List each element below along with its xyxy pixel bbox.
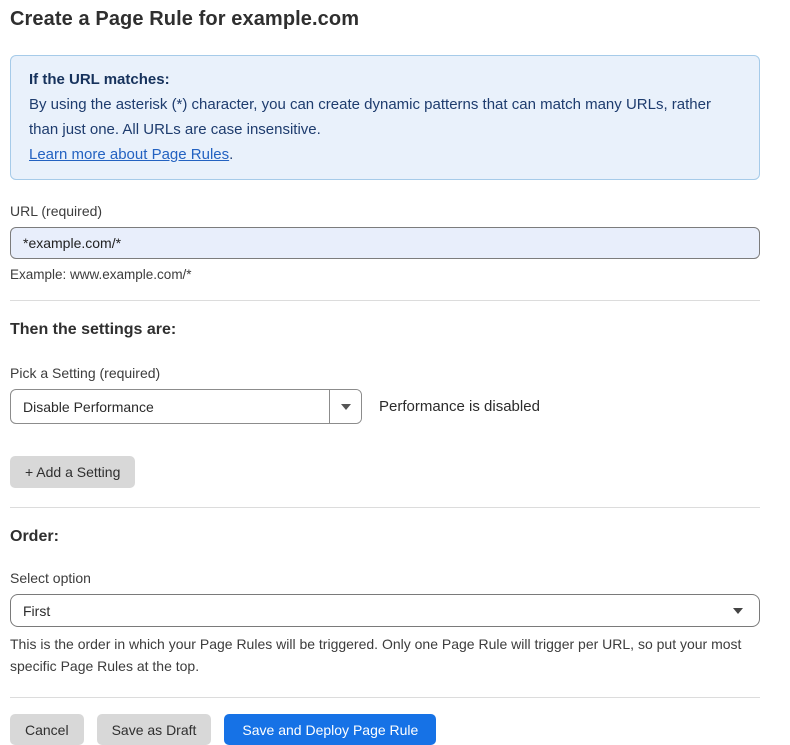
settings-section-heading: Then the settings are: [10, 321, 760, 339]
page-rule-form: Create a Page Rule for example.com If th… [10, 0, 760, 745]
url-field-label: URL (required) [10, 203, 760, 219]
url-example-text: Example: www.example.com/* [10, 267, 760, 282]
cancel-button[interactable]: Cancel [10, 714, 84, 745]
link-period: . [229, 146, 233, 163]
info-box-body: By using the asterisk (*) character, you… [29, 92, 741, 167]
page-title: Create a Page Rule for example.com [10, 0, 760, 31]
setting-row: Disable Performance Performance is disab… [10, 389, 760, 424]
order-help-text: This is the order in which your Page Rul… [10, 633, 755, 677]
setting-select-arrow-button[interactable] [329, 390, 361, 423]
divider [10, 300, 760, 301]
pick-setting-label: Pick a Setting (required) [10, 365, 760, 381]
order-select-label: Select option [10, 570, 760, 586]
divider [10, 507, 760, 508]
info-box-body-text: By using the asterisk (*) character, you… [29, 96, 711, 138]
url-matches-info-box: If the URL matches: By using the asteris… [10, 55, 760, 180]
footer-actions: Cancel Save as Draft Save and Deploy Pag… [10, 714, 760, 745]
setting-select-value: Disable Performance [11, 390, 329, 423]
url-input[interactable] [10, 227, 760, 259]
setting-status-text: Performance is disabled [379, 398, 540, 415]
learn-more-link[interactable]: Learn more about Page Rules [29, 146, 229, 163]
setting-select[interactable]: Disable Performance [10, 389, 362, 424]
order-section-heading: Order: [10, 528, 760, 546]
save-and-deploy-button[interactable]: Save and Deploy Page Rule [224, 714, 436, 745]
chevron-down-icon [341, 404, 351, 410]
add-setting-button[interactable]: + Add a Setting [10, 456, 135, 488]
chevron-down-icon [733, 608, 743, 614]
save-as-draft-button[interactable]: Save as Draft [97, 714, 212, 745]
order-select-value: First [23, 603, 50, 619]
order-select[interactable]: First [10, 594, 760, 627]
divider [10, 697, 760, 698]
info-box-heading: If the URL matches: [29, 67, 741, 92]
